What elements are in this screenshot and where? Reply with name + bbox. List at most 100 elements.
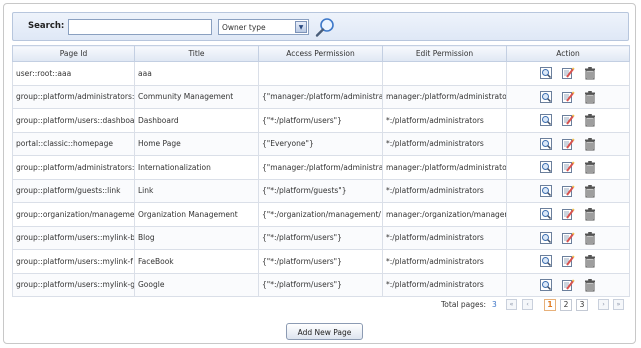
preview-icon[interactable] (539, 113, 553, 127)
delete-icon[interactable] (583, 160, 597, 174)
column-header-action: Action (506, 45, 630, 62)
title-cell: Blog (134, 225, 259, 250)
table-row[interactable]: group::platform/administrators:: Internat… (12, 155, 630, 180)
action-cell (506, 155, 630, 180)
page-id-cell: group::platform/users::dashboa (12, 108, 135, 133)
page-management-panel: Search: Owner type ▼ Page Id Title Acces… (3, 3, 636, 344)
edit-icon[interactable] (561, 66, 575, 80)
edit-permission-cell (382, 61, 507, 86)
owner-type-select[interactable]: Owner type ▼ (218, 19, 309, 35)
search-input[interactable] (68, 19, 212, 35)
page-id-cell: group::platform/guests::link (12, 178, 135, 203)
table-row[interactable]: portal::classic::homepage Home Page {"Ever… (12, 131, 630, 156)
edit-icon[interactable] (561, 137, 575, 151)
page-id-cell: group::platform/administrators:: (12, 155, 135, 180)
delete-icon[interactable] (583, 207, 597, 221)
preview-icon[interactable] (539, 160, 553, 174)
add-new-page-button[interactable]: Add New Page (286, 323, 363, 340)
access-permission-cell (258, 61, 383, 86)
edit-permission-cell: manager:/organization/manager (382, 202, 507, 227)
edit-permission-cell: *:/platform/administrators (382, 272, 507, 297)
access-permission-cell: {"Everyone"} (258, 131, 383, 156)
preview-icon[interactable] (539, 66, 553, 80)
page-button-2[interactable]: 2 (560, 299, 572, 311)
edit-icon[interactable] (561, 160, 575, 174)
edit-permission-cell: *:/platform/administrators (382, 225, 507, 250)
delete-icon[interactable] (583, 137, 597, 151)
preview-icon[interactable] (539, 137, 553, 151)
search-label: Search: (28, 21, 65, 31)
pages-table: Page Id Title Access Permission Edit Per… (12, 45, 630, 297)
title-cell: Organization Management (134, 202, 259, 227)
action-cell (506, 178, 630, 203)
previous-page-button[interactable]: ‹ (522, 299, 533, 310)
table-row[interactable]: group::platform/users::dashboa Dashboard{… (12, 108, 630, 133)
column-header-page-id: Page Id (12, 45, 135, 62)
search-bar: Search: Owner type ▼ (12, 12, 629, 41)
action-cell (506, 61, 630, 86)
table-row[interactable]: group::platform/users::mylink-b Blog {"*:/… (12, 225, 630, 250)
total-pages-value: 3 (492, 300, 497, 309)
column-header-edit-permission: Edit Permission (382, 45, 507, 62)
edit-permission-cell: *:/platform/administrators (382, 249, 507, 274)
edit-icon[interactable] (561, 90, 575, 104)
preview-icon[interactable] (539, 231, 553, 245)
table-row[interactable]: user::root::aaa aaa (12, 61, 630, 86)
delete-icon[interactable] (583, 254, 597, 268)
last-page-button[interactable]: » (613, 299, 624, 310)
action-cell (506, 108, 630, 133)
delete-icon[interactable] (583, 90, 597, 104)
total-pages-label: Total pages: (441, 300, 487, 309)
access-permission-cell: {"*:/organization/management/ (258, 202, 383, 227)
preview-icon[interactable] (539, 184, 553, 198)
table-row[interactable]: group::platform/users::mylink-g Google {"*… (12, 272, 630, 297)
access-permission-cell: {"*:/platform/users"} (258, 249, 383, 274)
page-id-cell: group::platform/users::mylink-g (12, 272, 135, 297)
edit-icon[interactable] (561, 254, 575, 268)
delete-icon[interactable] (583, 66, 597, 80)
first-page-button[interactable]: « (506, 299, 517, 310)
preview-icon[interactable] (539, 90, 553, 104)
title-cell: FaceBook (134, 249, 259, 274)
table-row[interactable]: group::platform/users::mylink-f FaceBook{… (12, 249, 630, 274)
title-cell: Internationalization (134, 155, 259, 180)
access-permission-cell: {"manager:/platform/administra (258, 155, 383, 180)
action-cell (506, 272, 630, 297)
delete-icon[interactable] (583, 184, 597, 198)
action-cell (506, 225, 630, 250)
edit-icon[interactable] (561, 231, 575, 245)
title-cell: Community Management (134, 84, 259, 109)
action-cell (506, 131, 630, 156)
page-button-3[interactable]: 3 (576, 299, 588, 311)
preview-icon[interactable] (539, 278, 553, 292)
page-id-cell: portal::classic::homepage (12, 131, 135, 156)
page-id-cell: group::platform/users::mylink-b (12, 225, 135, 250)
page-id-cell: group::organization/manageme (12, 202, 135, 227)
table-row[interactable]: group::platform/administrators:: Communit… (12, 84, 630, 109)
action-cell (506, 84, 630, 109)
search-icon[interactable] (314, 16, 336, 38)
chevron-down-icon[interactable]: ▼ (295, 21, 307, 33)
page-button-1[interactable]: 1 (544, 299, 556, 311)
edit-icon[interactable] (561, 207, 575, 221)
preview-icon[interactable] (539, 254, 553, 268)
table-row[interactable]: group::platform/guests::link Link {"*:/pla… (12, 178, 630, 203)
edit-permission-cell: *:/platform/administrators (382, 108, 507, 133)
next-page-button[interactable]: › (598, 299, 609, 310)
action-cell (506, 202, 630, 227)
access-permission-cell: {"*:/platform/users"} (258, 272, 383, 297)
page-id-cell: user::root::aaa (12, 61, 135, 86)
edit-icon[interactable] (561, 113, 575, 127)
delete-icon[interactable] (583, 113, 597, 127)
preview-icon[interactable] (539, 207, 553, 221)
table-row[interactable]: group::organization/manageme Organization… (12, 202, 630, 227)
delete-icon[interactable] (583, 278, 597, 292)
edit-permission-cell: *:/platform/administrators (382, 178, 507, 203)
owner-type-value: Owner type (222, 23, 266, 32)
edit-icon[interactable] (561, 278, 575, 292)
edit-permission-cell: *:/platform/administrators (382, 131, 507, 156)
edit-permission-cell: manager:/platform/administrato (382, 155, 507, 180)
page-id-cell: group::platform/users::mylink-f (12, 249, 135, 274)
delete-icon[interactable] (583, 231, 597, 245)
edit-icon[interactable] (561, 184, 575, 198)
